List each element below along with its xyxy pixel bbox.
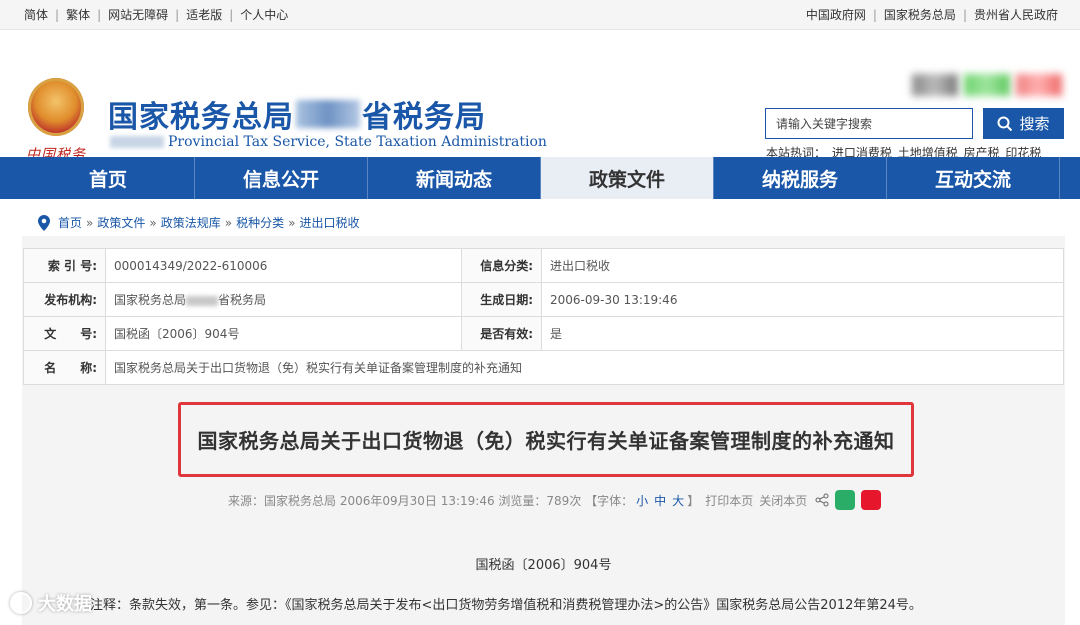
emblem-seal-icon	[28, 78, 84, 136]
meta-docnum-label: 文 号:	[23, 316, 106, 351]
site-subtitle-text: Provincial Tax Service, State Taxation A…	[168, 134, 547, 150]
site-title-right: 省税务局	[362, 100, 486, 135]
weibo-share-icon[interactable]	[861, 490, 882, 510]
top-left-links: 简体 | 繁体 | 网站无障碍 | 适老版 | 个人中心	[24, 6, 289, 23]
highlight-box: 国家税务总局关于出口货物退（免）税实行有关单证备案管理制度的补充通知	[178, 402, 914, 477]
top-utility-bar: 简体 | 繁体 | 网站无障碍 | 适老版 | 个人中心 中国政府网 | 国家税务总局 | …	[0, 0, 1080, 30]
blurred-social-icon[interactable]	[1016, 74, 1062, 96]
nav-policy-documents[interactable]: 政策文件	[541, 157, 714, 199]
article-source-bar: 来源：国家税务总局 2006年09月30日 13:19:46 浏览量：789次 …	[228, 490, 882, 510]
meta-index-value: 000014349/2022-610006	[105, 248, 462, 283]
location-pin-icon	[38, 214, 50, 231]
meta-category-value: 进出口税收	[541, 248, 1064, 283]
breadcrumb: 首页» 政策文件» 政策法规库» 税种分类» 进出口税收	[38, 214, 359, 231]
link-elderly-mode[interactable]: 适老版	[186, 6, 222, 23]
breadcrumb-home[interactable]: 首页	[58, 214, 82, 231]
article-content: 索 引 号: 000014349/2022-610006 信息分类: 进出口税收…	[22, 236, 1065, 625]
watermark-text: 大数据	[38, 594, 92, 615]
meta-publisher-value: 国家税务总局 省税务局	[105, 282, 462, 317]
article-note: 注释：条款失效，第一条。参见：《国家税务总局关于发布<出口货物劳务增值税和消费税…	[90, 598, 922, 613]
blurred-social-icon[interactable]	[964, 74, 1010, 96]
search-button-label: 搜索	[1019, 115, 1050, 133]
watermark-logo-icon	[10, 592, 32, 614]
meta-date-value: 2006-09-30 13:19:46	[541, 282, 1064, 317]
nav-tax-services[interactable]: 纳税服务	[714, 157, 887, 199]
meta-name-value: 国家税务总局关于出口货物退（免）税实行有关单证备案管理制度的补充通知	[105, 350, 1064, 385]
redacted-province	[296, 100, 360, 128]
site-title: 国家税务总局 省税务局	[108, 92, 486, 136]
wechat-share-icon[interactable]	[835, 490, 856, 510]
link-accessibility[interactable]: 网站无障碍	[108, 6, 168, 23]
meta-valid-label: 是否有效:	[461, 316, 542, 351]
search-input[interactable]	[765, 108, 973, 139]
social-icons	[912, 74, 1062, 96]
blurred-social-icon[interactable]	[912, 74, 958, 96]
main-nav: 首页 信息公开 新闻动态 政策文件 纳税服务 互动交流	[0, 157, 1080, 199]
site-header: 中国税务 国家税务总局 省税务局 Provincial Tax Service,…	[0, 30, 1080, 163]
link-gov-cn[interactable]: 中国政府网	[806, 6, 866, 23]
breadcrumb-policy[interactable]: 政策文件	[97, 214, 145, 231]
meta-publisher-label: 发布机构:	[23, 282, 106, 317]
breadcrumb-import-export[interactable]: 进出口税收	[299, 214, 359, 231]
font-size-medium[interactable]: 中	[654, 492, 666, 509]
document-number: 国税函〔2006〕904号	[475, 558, 612, 573]
nav-home[interactable]: 首页	[22, 157, 195, 199]
close-page-link[interactable]: 关闭本页	[759, 492, 807, 509]
font-size-large[interactable]: 大	[672, 492, 684, 509]
search-icon	[997, 116, 1013, 131]
link-traditional[interactable]: 繁体	[66, 6, 90, 23]
nav-news[interactable]: 新闻动态	[368, 157, 541, 199]
font-size-small[interactable]: 小	[636, 492, 648, 509]
top-right-links: 中国政府网 | 国家税务总局 | 贵州省人民政府	[805, 6, 1058, 23]
link-simplified[interactable]: 简体	[24, 6, 48, 23]
meta-category-label: 信息分类:	[461, 248, 542, 283]
meta-date-label: 生成日期:	[461, 282, 542, 317]
font-bracket-close: 】	[687, 493, 700, 508]
meta-valid-value: 是	[541, 316, 1064, 351]
meta-name-label: 名 称:	[23, 350, 106, 385]
source-text: 来源：国家税务总局 2006年09月30日 13:19:46 浏览量：789次 …	[228, 493, 634, 508]
share-icon[interactable]	[815, 493, 829, 507]
search-button[interactable]: 搜索	[983, 108, 1064, 139]
print-page-link[interactable]: 打印本页	[705, 492, 753, 509]
watermark: 大数据	[10, 590, 92, 616]
breadcrumb-tax-category[interactable]: 税种分类	[236, 214, 284, 231]
meta-index-label: 索 引 号:	[23, 248, 106, 283]
article-title: 国家税务总局关于出口货物退（免）税实行有关单证备案管理制度的补充通知	[197, 429, 895, 453]
nav-info-disclosure[interactable]: 信息公开	[195, 157, 368, 199]
site-title-left: 国家税务总局	[108, 100, 294, 135]
redacted-province-en	[110, 136, 164, 148]
link-guizhou-gov[interactable]: 贵州省人民政府	[974, 6, 1058, 23]
search-box: 搜索	[765, 108, 1064, 139]
link-personal-center[interactable]: 个人中心	[240, 6, 288, 23]
breadcrumb-library[interactable]: 政策法规库	[161, 214, 221, 231]
link-sta[interactable]: 国家税务总局	[884, 6, 956, 23]
nav-interaction[interactable]: 互动交流	[887, 157, 1060, 199]
tax-emblem-logo[interactable]: 中国税务	[24, 78, 88, 168]
document-metadata-table: 索 引 号: 000014349/2022-610006 信息分类: 进出口税收…	[23, 248, 1064, 385]
site-subtitle: Provincial Tax Service, State Taxation A…	[110, 134, 547, 150]
meta-docnum-value: 国税函〔2006〕904号	[105, 316, 462, 351]
